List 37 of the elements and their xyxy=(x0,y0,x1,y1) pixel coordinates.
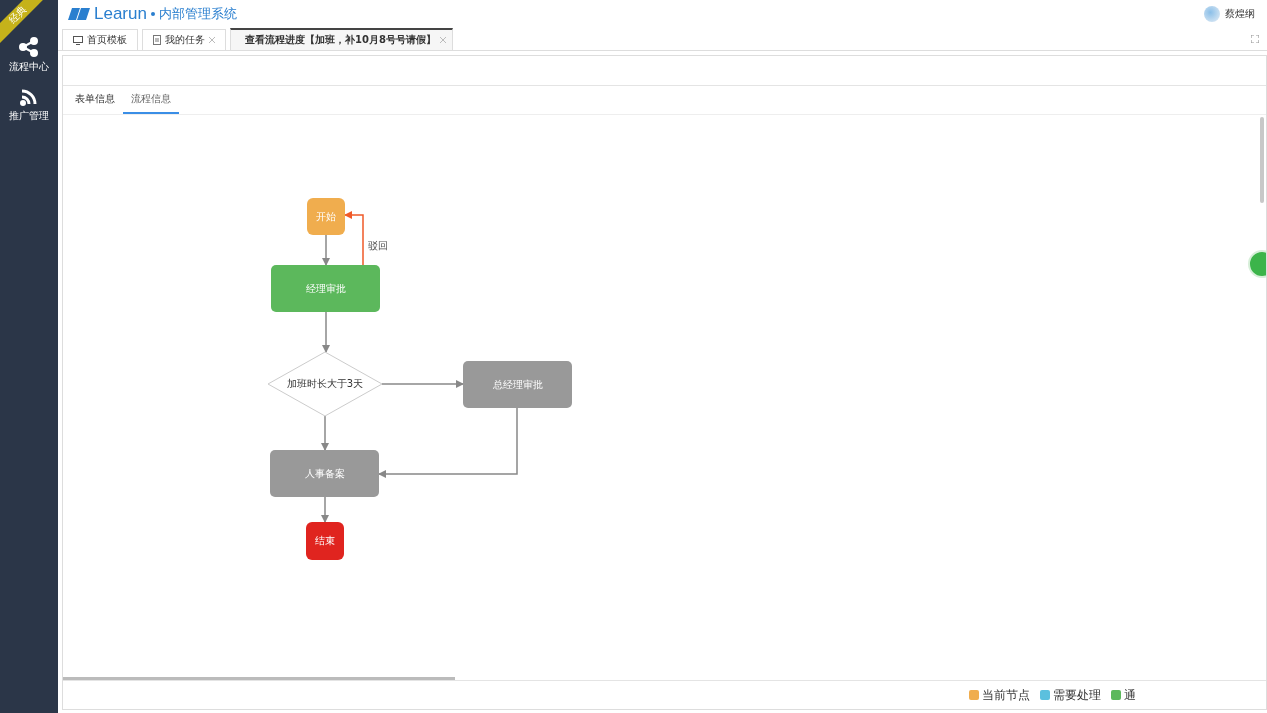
node-label: 经理审批 xyxy=(305,282,346,294)
legend-label: 需要处理 xyxy=(1053,686,1101,704)
node-label: 加班时长大于3天 xyxy=(286,378,364,389)
avatar[interactable] xyxy=(1204,6,1220,22)
system-title: 内部管理系统 xyxy=(158,5,237,23)
document-icon xyxy=(153,35,161,45)
rss-icon[interactable] xyxy=(20,88,38,106)
legend-label: 当前节点 xyxy=(982,686,1030,704)
sidebar-item[interactable]: 推广管理 xyxy=(9,109,49,123)
close-icon[interactable] xyxy=(209,37,215,43)
content-tab[interactable]: 流程信息 xyxy=(123,86,179,114)
connector-arrow xyxy=(321,415,329,451)
dot-icon xyxy=(150,12,155,16)
close-icon[interactable] xyxy=(439,37,446,43)
legend-label: 通 xyxy=(1124,686,1136,704)
scrollbar[interactable] xyxy=(63,677,455,680)
scrollbar[interactable] xyxy=(1260,117,1264,203)
user-name[interactable]: 蔡煌纲 xyxy=(1225,7,1255,21)
logo-icon xyxy=(68,8,90,20)
monitor-icon xyxy=(73,35,83,45)
node-label: 总经理审批 xyxy=(492,378,543,390)
sidebar-item[interactable]: 流程中心 xyxy=(9,60,49,74)
node-label: 结束 xyxy=(315,535,335,546)
page-tab[interactable]: 查看流程进度【加班，补10月8号号请假】 xyxy=(230,28,453,50)
node-label: 开始 xyxy=(316,210,336,222)
page-tab[interactable]: 我的任务 xyxy=(142,29,226,50)
content-tab[interactable]: 表单信息 xyxy=(67,86,123,114)
connector-arrow xyxy=(321,496,329,523)
page-tab[interactable]: 首页模板 xyxy=(62,29,138,50)
reject-arrow xyxy=(344,211,364,266)
edge-label: 驳回 xyxy=(368,240,388,251)
share-icon[interactable] xyxy=(19,37,39,57)
brand-name: Learun xyxy=(94,4,147,24)
connector-arrow xyxy=(322,234,330,266)
node-label: 人事备案 xyxy=(304,467,345,479)
fullscreen-icon[interactable] xyxy=(1251,35,1259,43)
connector-arrow xyxy=(322,311,330,353)
